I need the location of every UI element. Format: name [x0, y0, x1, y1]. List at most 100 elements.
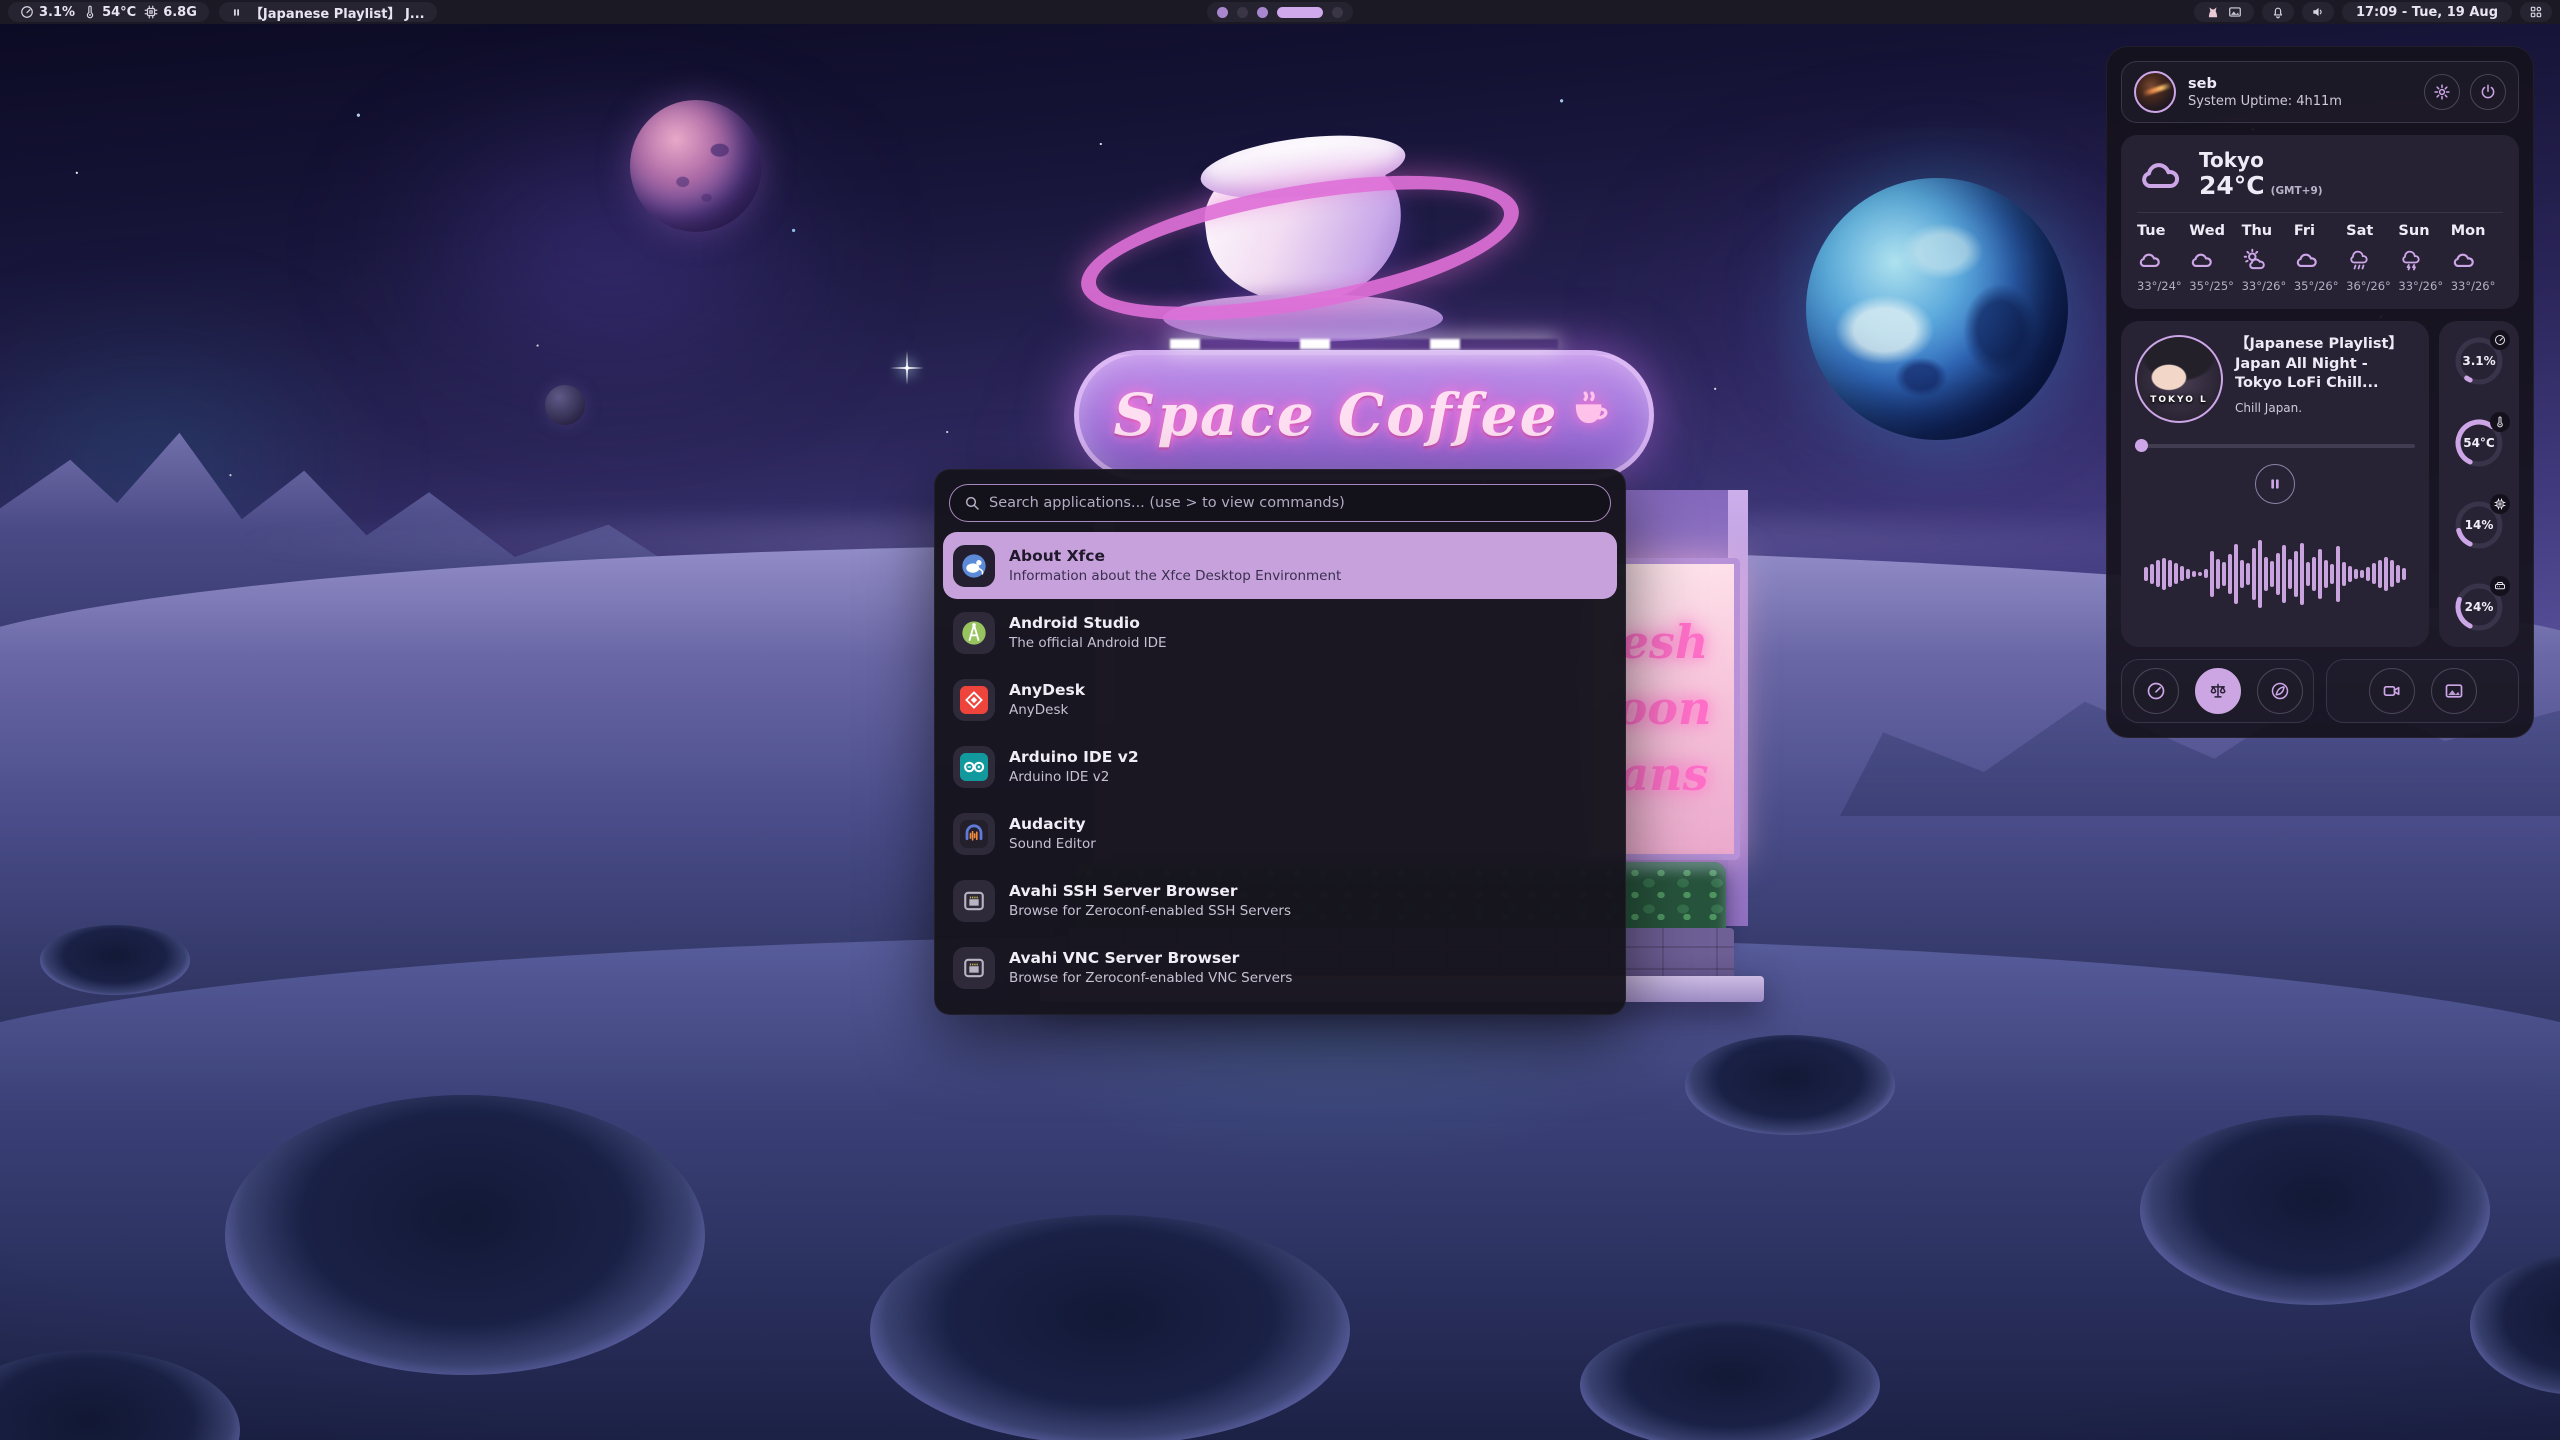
forecast-temps: 33°/24°	[2137, 279, 2189, 293]
app-name: Avahi VNC Server Browser	[1009, 949, 1292, 967]
workspace-dot-occupied[interactable]	[1257, 7, 1268, 18]
settings-button[interactable]	[2424, 74, 2460, 110]
forecast-day-name: Tue	[2137, 223, 2189, 239]
app-name: Arduino IDE v2	[1009, 748, 1139, 766]
visualizer-bar	[2234, 544, 2238, 604]
workspace-dot-occupied[interactable]	[1217, 7, 1228, 18]
visualizer-bar	[2360, 570, 2364, 578]
thermometer-icon	[83, 5, 97, 19]
app-icon	[953, 746, 995, 788]
clock[interactable]: 17:09 - Tue, 19 Aug	[2342, 2, 2512, 22]
visualizer-bar	[2396, 565, 2400, 583]
forecast-temps: 35°/26°	[2294, 279, 2346, 293]
forecast-weather-icon	[2137, 247, 2163, 273]
quick-toggle-icon	[2444, 681, 2464, 701]
system-gauge: 54°C	[2451, 415, 2507, 471]
wallpaper-icon[interactable]	[2228, 5, 2242, 19]
quick-toggle-speedometer[interactable]	[2133, 668, 2179, 714]
quick-toggle-video[interactable]	[2369, 668, 2415, 714]
app-list-item[interactable]: Avahi VNC Server Browser Browse for Zero…	[943, 934, 1617, 1001]
visualizer-bar	[2180, 566, 2184, 581]
visualizer-bar	[2300, 543, 2304, 605]
visualizer-bar	[2228, 554, 2232, 594]
quick-toggle-scales[interactable]	[2195, 668, 2241, 714]
app-name: AnyDesk	[1009, 681, 1085, 699]
now-playing-text: 【Japanese Playlist】 J...	[250, 3, 425, 22]
cat-icon[interactable]	[2206, 5, 2220, 19]
forecast-day: Wed 35°/25°	[2189, 223, 2241, 293]
cpu-temp-value: 54°C	[102, 5, 136, 20]
seek-bar[interactable]	[2135, 439, 2415, 452]
app-name: Android Studio	[1009, 614, 1167, 632]
workspace-switcher[interactable]	[1207, 2, 1353, 22]
visualizer-bar	[2156, 560, 2160, 587]
app-grid-button[interactable]	[2520, 2, 2552, 22]
quick-toggles-right	[2326, 659, 2519, 723]
workspace-dot-empty[interactable]	[1237, 7, 1248, 18]
control-sidepanel: seb System Uptime: 4h11m Tokyo 24°C (GMT…	[2106, 46, 2534, 738]
quick-toggle-icon	[2382, 681, 2402, 701]
now-playing-pill[interactable]: 【Japanese Playlist】 J...	[219, 2, 437, 22]
power-button[interactable]	[2470, 74, 2506, 110]
notifications-button[interactable]	[2262, 2, 2294, 22]
visualizer-bar	[2240, 560, 2244, 588]
app-list-item[interactable]: Arduino IDE v2 Arduino IDE v2	[943, 733, 1617, 800]
quick-toggle-picture[interactable]	[2431, 668, 2477, 714]
forecast-day-name: Thu	[2242, 223, 2294, 239]
forecast-temps: 35°/25°	[2189, 279, 2241, 293]
top-panel: 3.1% 54°C 6.8G 【Japanese Playlist】 J...	[0, 0, 2560, 24]
user-name: seb	[2188, 76, 2342, 92]
system-gauge: 24%	[2451, 579, 2507, 635]
seek-track	[2135, 444, 2415, 448]
volume-button[interactable]	[2302, 2, 2334, 22]
forecast-temps: 33°/26°	[2242, 279, 2294, 293]
system-uptime: System Uptime: 4h11m	[2188, 94, 2342, 109]
quick-toggle-leaf[interactable]	[2257, 668, 2303, 714]
app-name: Audacity	[1009, 815, 1096, 833]
app-name: About Xfce	[1009, 547, 1341, 565]
search-icon	[964, 495, 980, 511]
visualizer-bar	[2330, 564, 2334, 584]
memory-usage: 6.8G	[144, 5, 197, 20]
app-list-item[interactable]: Avahi SSH Server Browser Browse for Zero…	[943, 867, 1617, 934]
forecast-temps: 36°/26°	[2346, 279, 2398, 293]
visualizer-bar	[2366, 567, 2370, 581]
app-list-item[interactable]: Android Studio The official Android IDE	[943, 599, 1617, 666]
workspace-dot-active[interactable]	[1277, 7, 1323, 18]
visualizer-bar	[2192, 571, 2196, 577]
visualizer-bar	[2342, 562, 2346, 586]
app-icon	[953, 880, 995, 922]
weather-temp: 24°C	[2199, 171, 2265, 200]
avatar	[2134, 71, 2176, 113]
visualizer-bar	[2294, 551, 2298, 597]
tray-icons-group	[2194, 2, 2254, 22]
visualizer-bar	[2246, 563, 2250, 585]
quick-toggle-icon	[2270, 681, 2290, 701]
forecast-weather-icon	[2189, 247, 2215, 273]
system-gauges-card: 3.1% 54°C 14% 24%	[2439, 321, 2519, 647]
speedometer-icon	[20, 5, 34, 19]
app-list-item[interactable]: Audacity Sound Editor	[943, 800, 1617, 867]
forecast-weather-icon	[2346, 247, 2372, 273]
track-title: 【Japanese Playlist】 Japan All Night - To…	[2235, 335, 2415, 394]
app-description: Browse for Zeroconf-enabled VNC Servers	[1009, 970, 1292, 986]
forecast-day: Sun 33°/26°	[2398, 223, 2450, 293]
seek-handle[interactable]	[2135, 439, 2148, 452]
forecast-weather-icon	[2398, 247, 2424, 273]
bell-icon	[2271, 5, 2285, 19]
search-bar[interactable]	[949, 484, 1611, 522]
app-icon	[953, 612, 995, 654]
workspace-dot-empty[interactable]	[1332, 7, 1343, 18]
search-input[interactable]	[989, 495, 1596, 511]
visualizer-bar	[2150, 564, 2154, 584]
system-stats-group: 3.1% 54°C 6.8G	[8, 2, 209, 22]
forecast-day-name: Wed	[2189, 223, 2241, 239]
app-list-item[interactable]: About Xfce Information about the Xfce De…	[943, 532, 1617, 599]
forecast-day: Thu 33°/26°	[2242, 223, 2294, 293]
visualizer-bar	[2198, 572, 2202, 576]
app-list-item[interactable]: AnyDesk AnyDesk	[943, 666, 1617, 733]
forecast-temps: 33°/26°	[2451, 279, 2503, 293]
power-icon	[2479, 83, 2497, 101]
forecast-day: Tue 33°/24°	[2137, 223, 2189, 293]
pause-button[interactable]	[2255, 464, 2295, 504]
